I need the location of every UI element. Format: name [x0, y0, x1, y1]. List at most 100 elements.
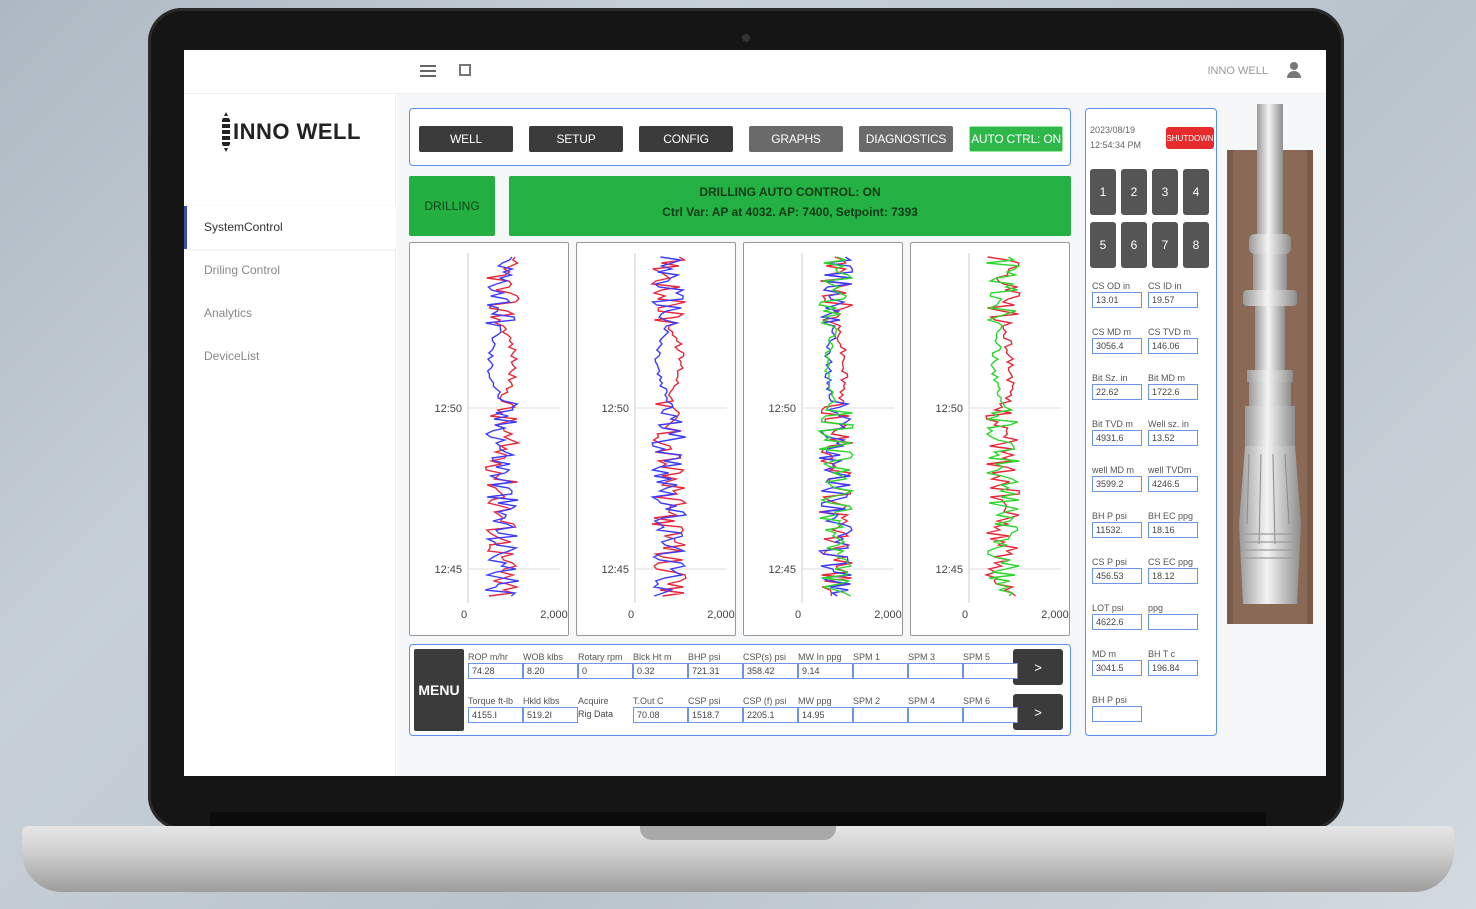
field-label: Bit TVD m: [1092, 419, 1133, 429]
field-value-input[interactable]: [963, 707, 1018, 723]
sensor-panel: MENU > > ROP m/hr 74.28 WOB klbs 8.20 Rotary…: [409, 644, 1071, 736]
x-tick-label-max: 2,000: [707, 609, 735, 621]
main-content: WELL SETUP CONFIG GRAPHS DIAGNOSTICS AUT…: [397, 94, 1326, 776]
user-icon[interactable]: [1286, 62, 1302, 78]
row2-field-3: T.Out C 70.08: [633, 695, 688, 723]
fullscreen-icon[interactable]: [459, 64, 471, 76]
next-row1-button[interactable]: >: [1013, 649, 1063, 685]
field-value-input[interactable]: 13.52: [1148, 430, 1198, 446]
menu-button[interactable]: MENU: [414, 649, 464, 731]
field-value-input[interactable]: [1148, 614, 1198, 630]
sidebar-item-drilling-control[interactable]: Driling Control: [184, 249, 396, 292]
field-value-input[interactable]: 14.95: [798, 707, 853, 723]
field-value-input[interactable]: [908, 707, 963, 723]
field-value-input[interactable]: 1518.7: [688, 707, 743, 723]
shutdown-button[interactable]: SHUTDOWN: [1166, 127, 1214, 149]
field-value-input[interactable]: 4246.5: [1148, 476, 1198, 492]
field-value-input[interactable]: 721.31: [688, 663, 743, 679]
field-value-input[interactable]: 196.84: [1148, 660, 1198, 676]
x-tick-label-min: 0: [962, 609, 968, 621]
field-value-input[interactable]: 11532.: [1092, 522, 1142, 538]
well-param-field-8: well MD m 3599.2: [1092, 464, 1142, 492]
field-label: CSP(s) psi: [743, 652, 787, 662]
field-value-input[interactable]: 19.57: [1148, 292, 1198, 308]
log-chart-4: 12:50 12:45 0 2,000: [910, 242, 1070, 636]
field-value-input[interactable]: [853, 663, 908, 679]
field-value-input[interactable]: 4931.6: [1092, 430, 1142, 446]
field-label: ROP m/hr: [468, 652, 508, 662]
field-value-input[interactable]: 3599.2: [1092, 476, 1142, 492]
numpad-button-7[interactable]: 7: [1152, 222, 1178, 268]
well-button[interactable]: WELL: [419, 126, 513, 152]
field-label: Well sz. in: [1148, 419, 1189, 429]
sidebar-item-analytics[interactable]: Analytics: [184, 292, 396, 335]
field-label: MD m: [1092, 649, 1116, 659]
screen: INNO WELL INNO WELL SystemControl Drilin…: [184, 50, 1326, 776]
field-value-input[interactable]: [1092, 706, 1142, 722]
field-value-input[interactable]: 70.08: [633, 707, 688, 723]
x-tick-label-max: 2,000: [540, 609, 568, 621]
field-value-input[interactable]: 456.53: [1092, 568, 1142, 584]
time-tick-label: 12:45: [768, 564, 796, 576]
time-tick-label: 12:50: [768, 403, 796, 415]
field-value-input[interactable]: [908, 663, 963, 679]
log-chart-1-svg: 12:50 12:45 0 2,000: [434, 253, 568, 621]
well-param-field-14: LOT psi 4622.6: [1092, 602, 1142, 630]
row1-field-5: CSP(s) psi 358.42: [743, 651, 798, 679]
time-tick-label: 12:45: [935, 564, 963, 576]
field-label: Bit Sz. in: [1092, 373, 1128, 383]
field-label: CSP psi: [688, 696, 721, 706]
auto-ctrl-button[interactable]: AUTO CTRL: ON: [969, 126, 1063, 152]
numpad-button-5[interactable]: 5: [1090, 222, 1116, 268]
row1-field-1: WOB klbs 8.20: [523, 651, 578, 679]
field-value-input[interactable]: 9.14: [798, 663, 853, 679]
next-row2-button[interactable]: >: [1013, 694, 1063, 730]
field-value-input[interactable]: 358.42: [743, 663, 798, 679]
field-label: ppg: [1148, 603, 1164, 613]
field-value-input[interactable]: 4155.I: [468, 707, 523, 723]
log-chart-2: 12:50 12:45 0 2,000: [576, 242, 736, 636]
config-button[interactable]: CONFIG: [639, 126, 733, 152]
field-value-input[interactable]: [963, 663, 1018, 679]
time-tick-label: 12:50: [434, 403, 462, 415]
field-value-input[interactable]: 13.01: [1092, 292, 1142, 308]
field-value-input[interactable]: 18.12: [1148, 568, 1198, 584]
field-value-input[interactable]: 22.62: [1092, 384, 1142, 400]
numpad-button-3[interactable]: 3: [1152, 169, 1178, 215]
field-value-input[interactable]: 3056.4: [1092, 338, 1142, 354]
field-value-input[interactable]: 18.16: [1148, 522, 1198, 538]
sidebar-item-devicelist[interactable]: DeviceList: [184, 335, 396, 378]
acquire-source-text: Rig Data: [578, 707, 633, 723]
time-tick-label: 12:45: [434, 564, 462, 576]
field-value-input[interactable]: 74.28: [468, 663, 523, 679]
field-value-input[interactable]: 0: [578, 663, 633, 679]
user-name: INNO WELL: [1207, 65, 1268, 77]
row1-field-3: Blck Ht m 0.32: [633, 651, 688, 679]
numpad-button-2[interactable]: 2: [1121, 169, 1147, 215]
field-value-input[interactable]: 8.20: [523, 663, 578, 679]
field-label: Acquire: [578, 696, 609, 706]
graphs-button[interactable]: GRAPHS: [749, 126, 843, 152]
well-param-field-3: CS TVD m 146.06: [1148, 326, 1198, 354]
field-value-input[interactable]: 519.2I: [523, 707, 578, 723]
well-parameters-panel: 2023/08/19 12:54:34 PM SHUTDOWN 1234 5678…: [1085, 108, 1217, 736]
field-value-input[interactable]: 2205.1: [743, 707, 798, 723]
diagnostics-button[interactable]: DIAGNOSTICS: [859, 126, 953, 152]
field-value-input[interactable]: 0.32: [633, 663, 688, 679]
toolbar: WELL SETUP CONFIG GRAPHS DIAGNOSTICS AUT…: [409, 108, 1071, 166]
field-value-input[interactable]: 146.06: [1148, 338, 1198, 354]
numpad-button-6[interactable]: 6: [1121, 222, 1147, 268]
field-value-input[interactable]: 4622.6: [1092, 614, 1142, 630]
sidebar-item-systemcontrol[interactable]: SystemControl: [184, 206, 396, 249]
field-value-input[interactable]: 3041.5: [1092, 660, 1142, 676]
numpad-button-1[interactable]: 1: [1090, 169, 1116, 215]
hamburger-menu-icon[interactable]: [420, 65, 436, 77]
setup-button[interactable]: SETUP: [529, 126, 623, 152]
time-tick-label: 12:50: [601, 403, 629, 415]
field-value-input[interactable]: 1722.6: [1148, 384, 1198, 400]
field-value-input[interactable]: [853, 707, 908, 723]
numpad-button-4[interactable]: 4: [1183, 169, 1209, 215]
numpad-button-8[interactable]: 8: [1183, 222, 1209, 268]
log-chart-3: 12:50 12:45 0 2,000: [743, 242, 903, 636]
field-label: Blck Ht m: [633, 652, 672, 662]
